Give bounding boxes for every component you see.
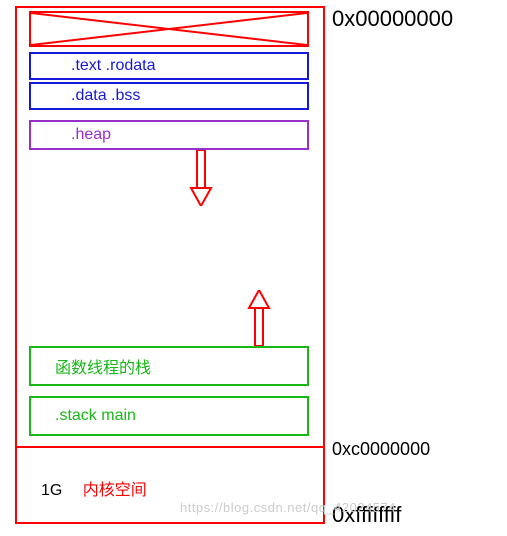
segment-heap: .heap	[29, 120, 309, 150]
kernel-label: 内核空间	[83, 482, 147, 499]
segment-label: 函数线程的栈	[55, 354, 151, 378]
heap-growth-arrow-icon	[189, 150, 213, 206]
segment-label: .heap	[71, 126, 111, 144]
segment-data-bss: .data .bss	[29, 82, 309, 110]
stack-growth-arrow-icon	[247, 290, 271, 346]
kernel-size: 1G	[41, 482, 62, 499]
watermark-text: https://blog.csdn.net/qq_42024574	[180, 500, 396, 515]
address-label-kernel-start: 0xc0000000	[332, 439, 430, 460]
segment-label: .stack main	[55, 407, 136, 425]
segment-label: .data .bss	[71, 87, 140, 105]
segment-text-rodata: .text .rodata	[29, 52, 309, 80]
memory-layout-container: .text .rodata .data .bss .heap 函数线程的栈 .s…	[15, 6, 325, 524]
address-label-top: 0x00000000	[332, 6, 453, 32]
segment-thread-stack: 函数线程的栈	[29, 346, 309, 386]
segment-main-stack: .stack main	[29, 396, 309, 436]
segment-reserved	[29, 11, 309, 47]
segment-label: .text .rodata	[71, 57, 156, 75]
